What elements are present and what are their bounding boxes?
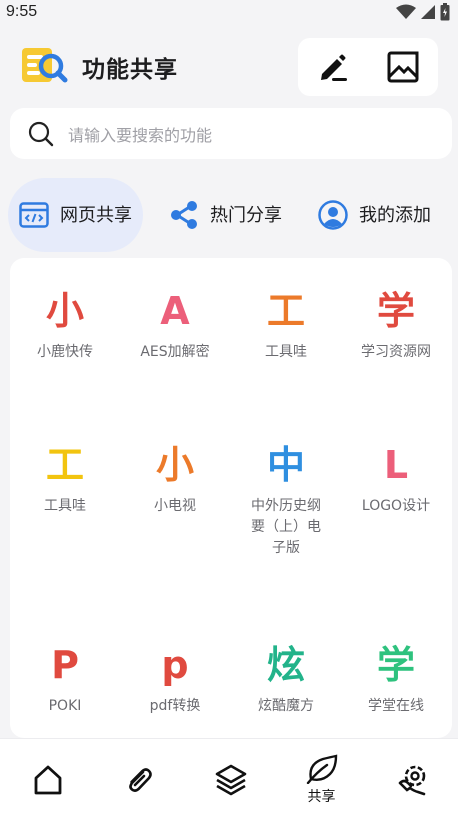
wifi-icon bbox=[396, 4, 416, 19]
grid-item[interactable]: A AES加解密 bbox=[120, 286, 230, 363]
item-label: 工具哇 bbox=[44, 498, 86, 514]
tab-web-share[interactable]: 网页共享 bbox=[8, 178, 143, 252]
signal-icon bbox=[421, 5, 435, 19]
image-button[interactable] bbox=[383, 47, 423, 87]
battery-icon bbox=[440, 3, 450, 21]
item-glyph: A bbox=[160, 289, 190, 333]
item-label: 炫酷魔方 bbox=[258, 698, 314, 714]
search-input[interactable]: 请输入要搜索的功能 bbox=[10, 108, 452, 159]
grid-item[interactable]: 工 工具哇 bbox=[231, 286, 341, 363]
search-icon bbox=[28, 121, 54, 146]
tab-label: 网页共享 bbox=[60, 204, 132, 226]
item-glyph: 炫 bbox=[266, 643, 305, 687]
search-placeholder: 请输入要搜索的功能 bbox=[68, 125, 213, 145]
bottom-nav: 共享 bbox=[0, 738, 458, 820]
item-glyph: 小 bbox=[45, 289, 84, 333]
layers-icon bbox=[215, 764, 246, 796]
status-time: 9:55 bbox=[6, 3, 38, 20]
item-label: POKI bbox=[48, 698, 82, 714]
grid-item[interactable]: P POKI bbox=[10, 640, 120, 717]
share-icon bbox=[168, 199, 200, 231]
header-actions bbox=[298, 38, 438, 96]
nav-settings[interactable] bbox=[367, 739, 458, 820]
item-glyph: L bbox=[383, 443, 409, 487]
nav-attachments[interactable] bbox=[93, 739, 184, 820]
grid-item[interactable]: 中 中外历史纲要（上）电子版 bbox=[231, 440, 341, 559]
tab-hot-share[interactable]: 热门分享 bbox=[158, 178, 293, 252]
item-label: 工具哇 bbox=[265, 344, 307, 360]
grid-item[interactable]: 炫 炫酷魔方 bbox=[231, 640, 341, 717]
page-title: 功能共享 bbox=[82, 57, 178, 83]
edit-icon bbox=[321, 54, 347, 81]
grid-item[interactable]: 学 学习资源网 bbox=[341, 286, 451, 363]
user-icon bbox=[317, 199, 349, 231]
grid-item[interactable]: 学 学堂在线 bbox=[341, 640, 451, 717]
item-label: 小电视 bbox=[154, 498, 196, 514]
item-glyph: 工 bbox=[266, 289, 305, 333]
item-glyph: 中 bbox=[266, 443, 305, 487]
category-tabs: 网页共享 热门分享 我的添加 bbox=[0, 178, 458, 252]
status-bar: 9:55 bbox=[0, 0, 458, 24]
home-icon bbox=[34, 765, 61, 795]
item-label: AES加解密 bbox=[140, 344, 210, 360]
app-header: 功能共享 bbox=[0, 36, 458, 98]
item-label: 学习资源网 bbox=[361, 344, 431, 360]
settings-hand-icon bbox=[398, 765, 425, 796]
tab-label: 我的添加 bbox=[359, 204, 431, 226]
nav-layers[interactable] bbox=[185, 739, 276, 820]
grid-item[interactable]: p pdf转换 bbox=[120, 640, 230, 717]
tab-my-added[interactable]: 我的添加 bbox=[307, 178, 442, 252]
item-label: pdf转换 bbox=[149, 698, 201, 714]
code-window-icon bbox=[18, 199, 50, 231]
item-label: LOGO设计 bbox=[361, 498, 431, 514]
grid-item[interactable]: 小 小电视 bbox=[120, 440, 230, 517]
grid-item[interactable]: 小 小鹿快传 bbox=[10, 286, 120, 363]
item-glyph: 学 bbox=[376, 289, 415, 333]
shared-items-grid: 小 小鹿快传 A AES加解密 工 工具哇 学 学习资源网 工 工具哇 小 小电… bbox=[10, 258, 452, 738]
nav-label: 共享 bbox=[307, 789, 336, 805]
item-glyph: 学 bbox=[376, 643, 415, 687]
item-label: 中外历史纲要（上）电子版 bbox=[251, 498, 321, 556]
nav-share[interactable]: 共享 bbox=[276, 739, 367, 820]
grid-item[interactable]: L LOGO设计 bbox=[341, 440, 451, 517]
image-icon bbox=[387, 51, 419, 83]
item-glyph: P bbox=[51, 643, 79, 687]
item-glyph: p bbox=[161, 643, 189, 687]
paperclip-icon bbox=[128, 768, 152, 792]
tab-label: 热门分享 bbox=[210, 204, 282, 226]
grid-item[interactable]: 工 工具哇 bbox=[10, 440, 120, 517]
nav-home[interactable] bbox=[2, 739, 93, 820]
status-icons bbox=[396, 3, 450, 21]
item-label: 学堂在线 bbox=[368, 698, 424, 714]
edit-button[interactable] bbox=[313, 47, 353, 87]
item-glyph: 工 bbox=[45, 443, 84, 487]
item-label: 小鹿快传 bbox=[37, 344, 93, 360]
item-glyph: 小 bbox=[155, 443, 194, 487]
app-logo-icon bbox=[22, 48, 68, 83]
leaf-icon bbox=[306, 754, 337, 784]
